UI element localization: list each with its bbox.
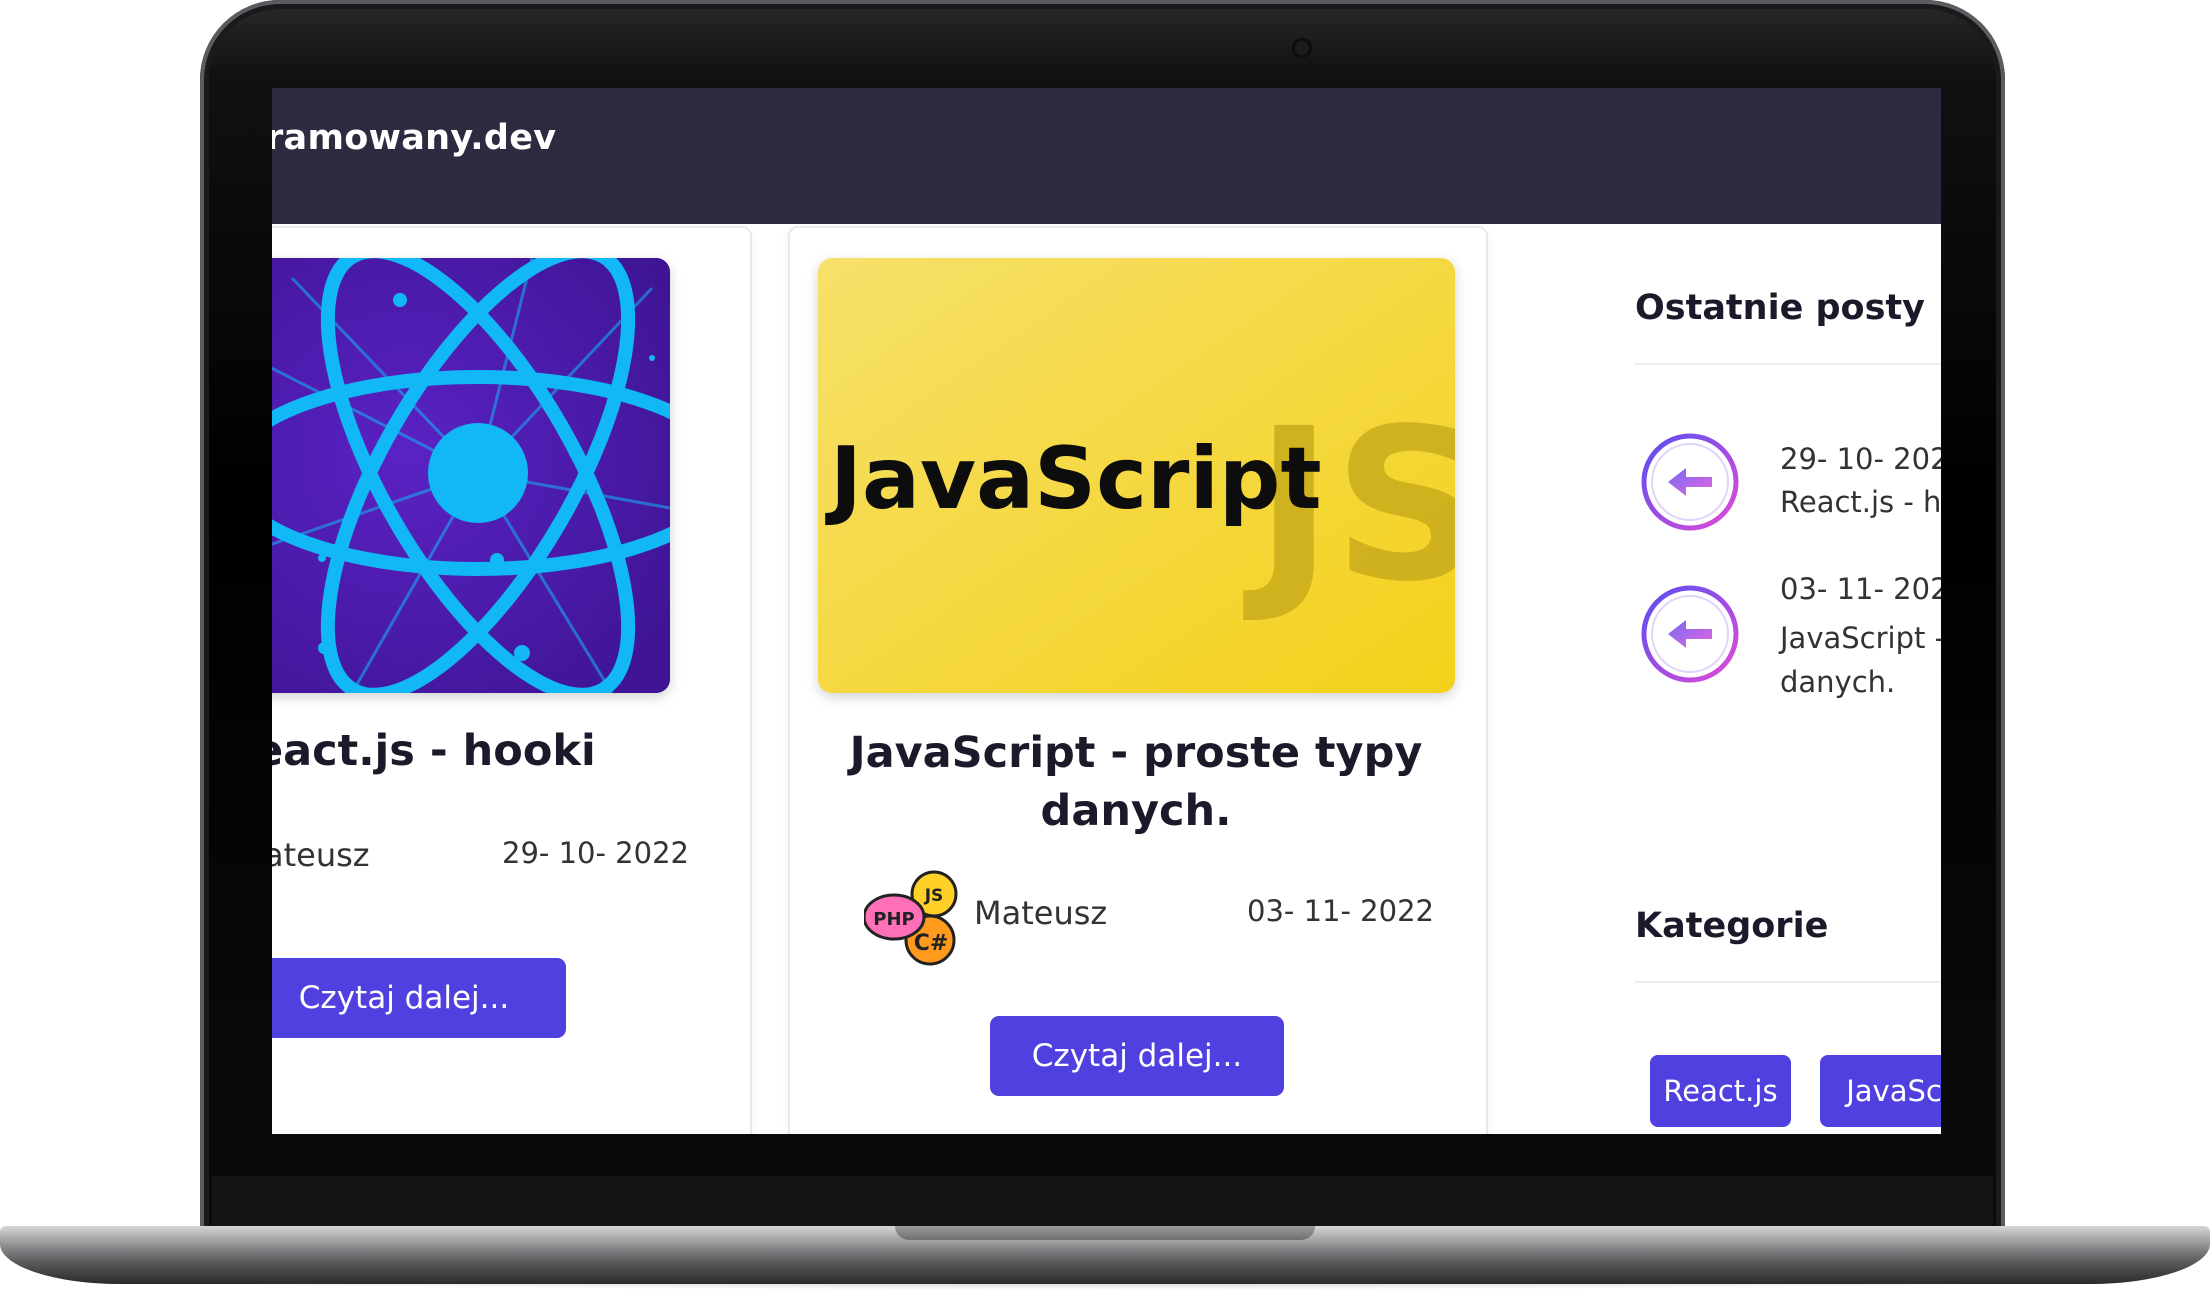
divider: [1635, 981, 1941, 983]
svg-text:C#: C#: [914, 931, 949, 956]
laptop-bezel: [212, 1176, 1993, 1226]
arrow-left-icon[interactable]: [1640, 432, 1740, 532]
recent-posts-heading: Ostatnie posty: [1635, 288, 1925, 328]
navbar: ramowany.dev: [272, 88, 1941, 224]
recent-post-date: 29- 10- 2022: [1780, 442, 1941, 476]
read-more-button[interactable]: Czytaj dalej...: [990, 1016, 1284, 1096]
post-thumbnail-javascript[interactable]: JS JavaScript: [818, 258, 1455, 693]
categories-heading: Kategorie: [1635, 906, 1829, 946]
post-thumbnail-react[interactable]: [272, 258, 670, 693]
svg-text:PHP: PHP: [873, 909, 914, 930]
divider: [1635, 363, 1941, 365]
post-author: Mateusz: [974, 894, 1108, 932]
camera: [1295, 41, 1309, 55]
laptop-screen: ramowany.dev eact.js - hooki ateusz 29- …: [272, 88, 1941, 1134]
recent-post-title[interactable]: JavaScript - danych.: [1780, 616, 1941, 704]
javascript-thumb-text: JavaScript: [825, 429, 1322, 529]
site-brand[interactable]: ramowany.dev: [272, 118, 556, 158]
react-logo-icon: [272, 258, 670, 693]
laptop-notch: [895, 1226, 1315, 1240]
category-tag-javascript[interactable]: JavaScr: [1820, 1055, 1941, 1127]
post-date: 29- 10- 2022: [502, 836, 689, 870]
read-more-button[interactable]: Czytaj dalej...: [272, 958, 566, 1038]
recent-post-date: 03- 11- 2022: [1780, 572, 1941, 606]
post-title[interactable]: eact.js - hooki: [272, 722, 596, 780]
arrow-left-icon[interactable]: [1640, 584, 1740, 684]
javascript-banner: JS JavaScript: [818, 258, 1455, 693]
recent-post-title[interactable]: React.js - ho: [1780, 485, 1941, 519]
avatar-icon: PHP JS C#: [864, 870, 958, 966]
post-date: 03- 11- 2022: [1247, 894, 1434, 928]
category-tag-reactjs[interactable]: React.js: [1650, 1055, 1791, 1127]
post-title[interactable]: JavaScript - proste typy danych.: [796, 724, 1476, 840]
post-author: ateusz: [272, 836, 370, 874]
svg-text:JS: JS: [924, 886, 944, 906]
